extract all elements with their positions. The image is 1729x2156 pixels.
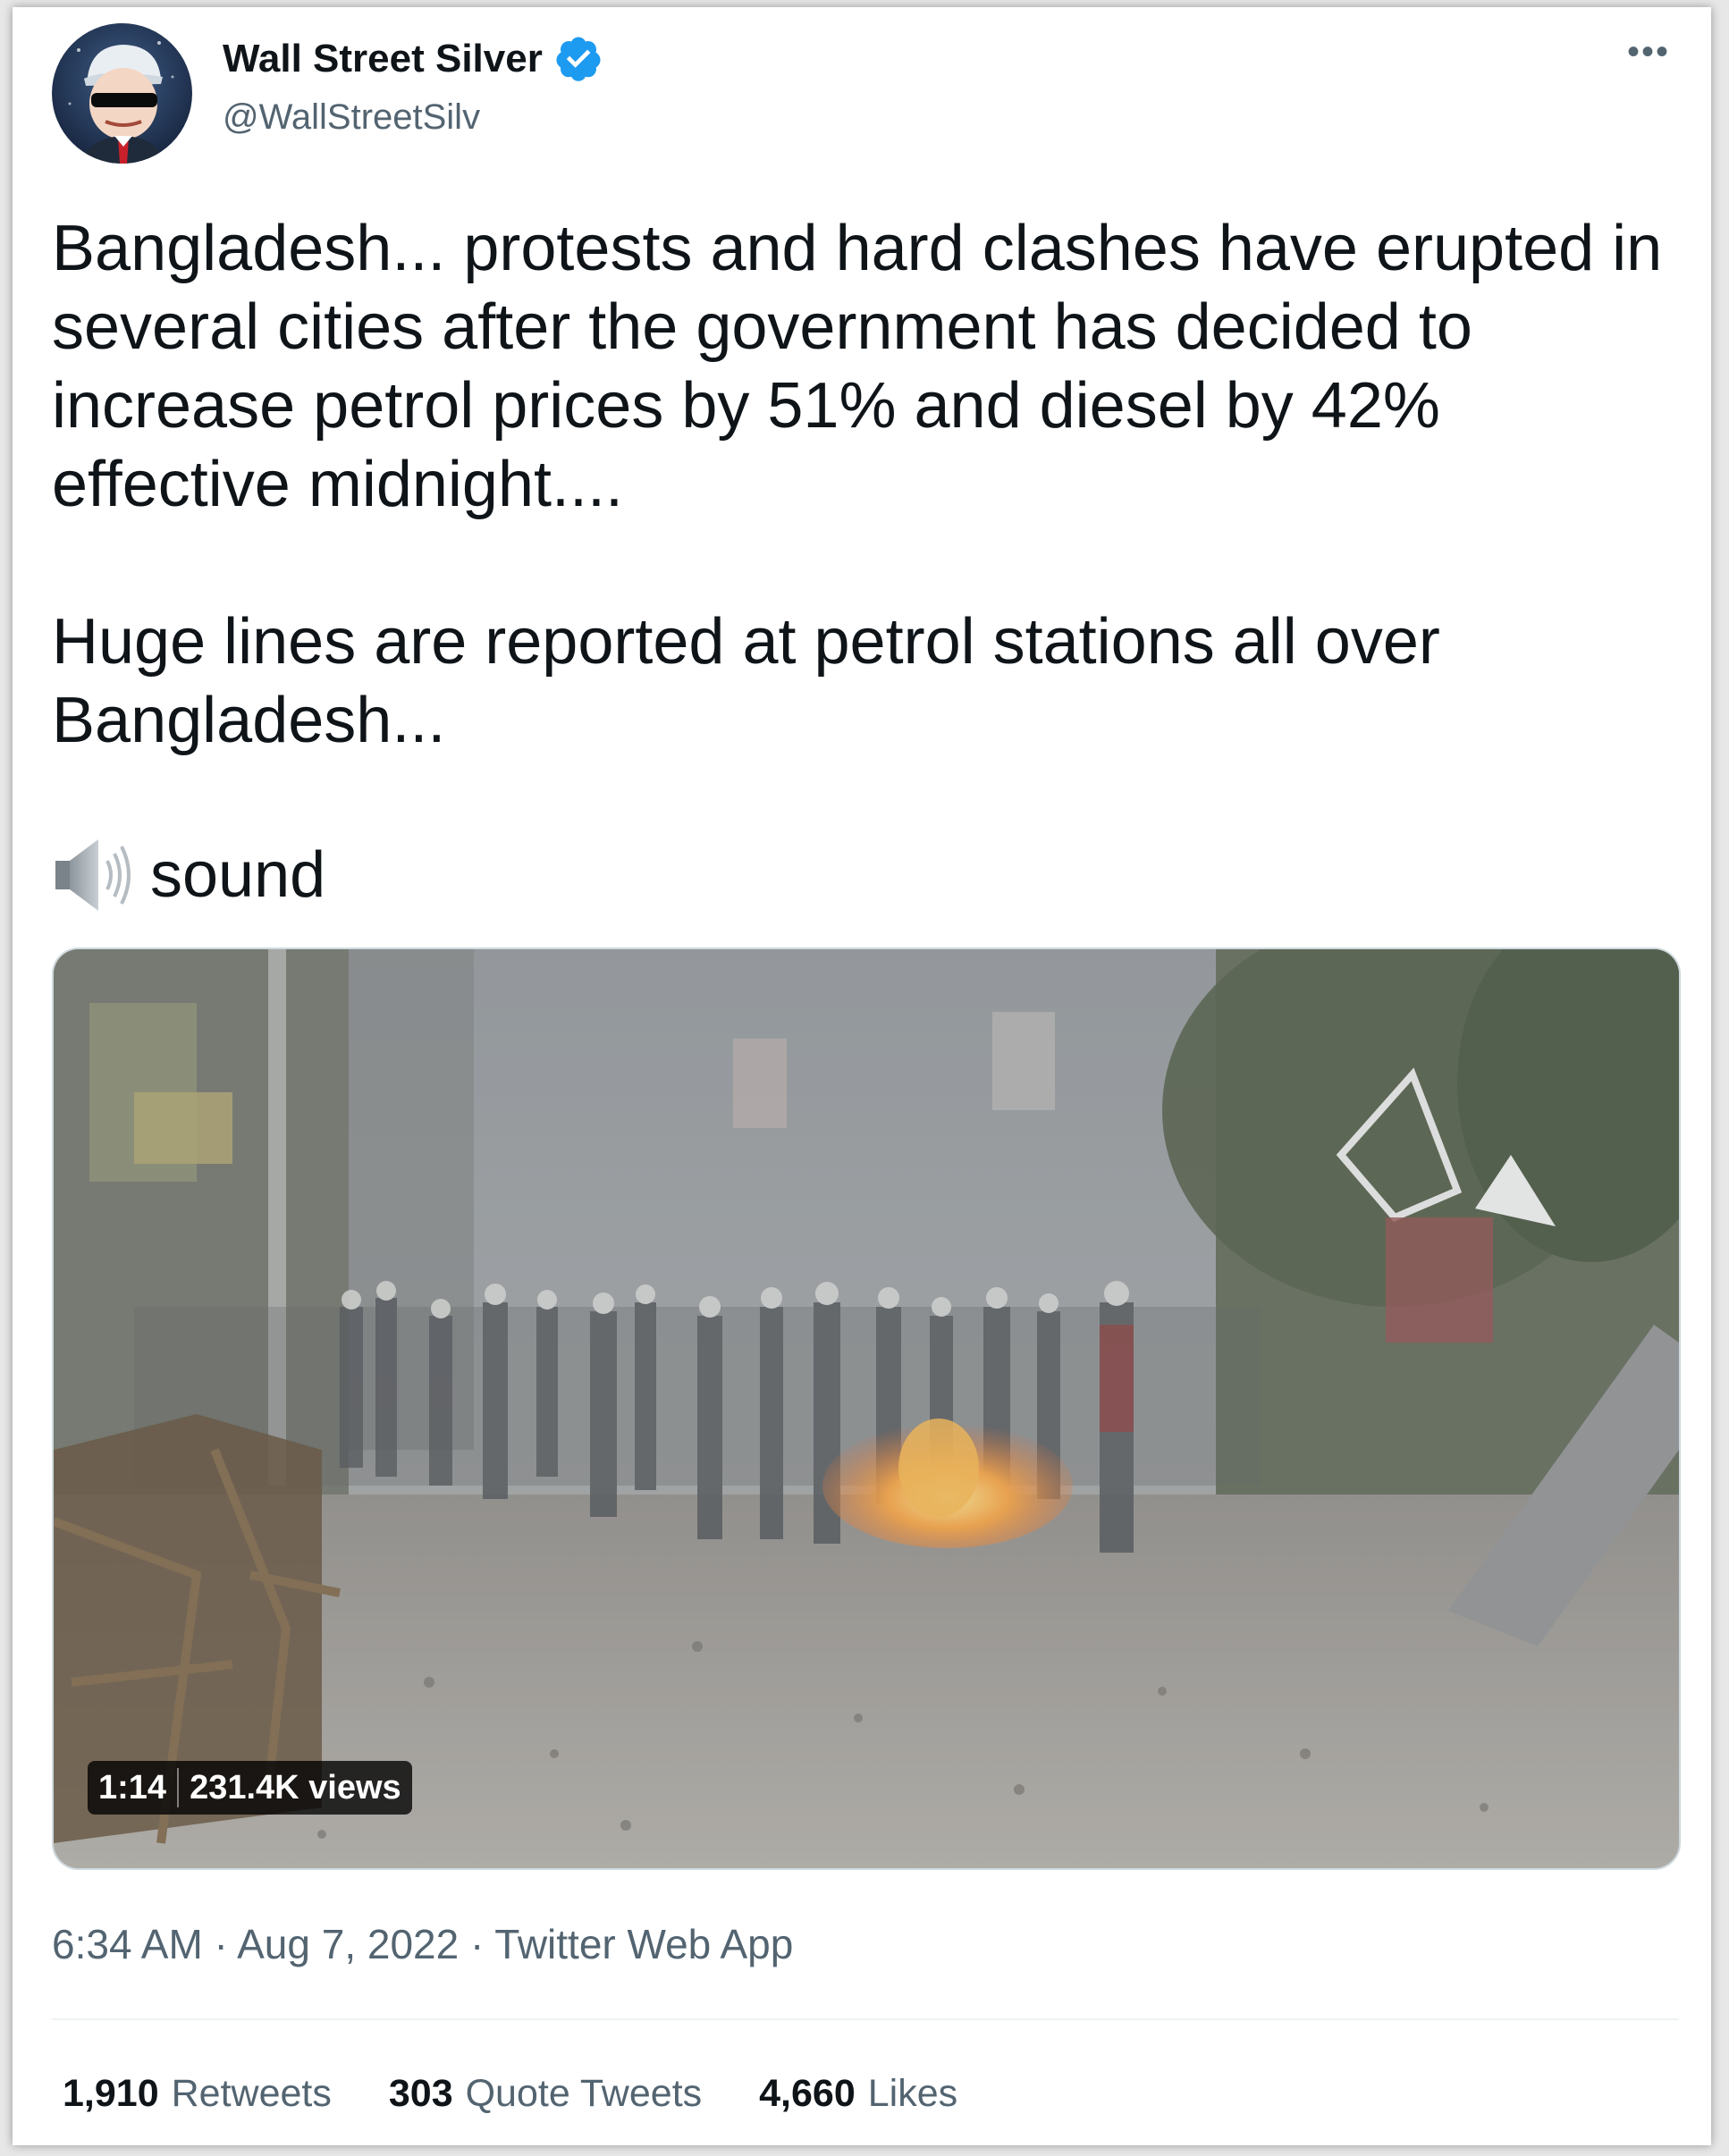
divider [52, 2018, 1679, 2020]
quote-tweets-stat[interactable]: 303 Quote Tweets [389, 2072, 702, 2116]
speaker-icon [55, 839, 131, 911]
tweet-card: Wall Street Silver @WallStreetSilv ••• B… [13, 7, 1711, 2145]
tweet-text-paragraph-1: Bangladesh... protests and hard clashes … [52, 213, 1663, 520]
sound-label: sound [150, 839, 326, 911]
retweets-label: Retweets [171, 2072, 332, 2115]
author-handle[interactable]: @WallStreetSilv [223, 97, 480, 138]
tweet-text: Bangladesh... protests and hard clashes … [52, 209, 1688, 760]
tweet-timestamp[interactable]: 6:34 AM · Aug 7, 2022 · Twitter Web App [52, 1920, 793, 1968]
retweets-count: 1,910 [63, 2072, 159, 2115]
quote-tweets-label: Quote Tweets [465, 2072, 703, 2115]
verified-badge-icon [556, 37, 601, 81]
author-name[interactable]: Wall Street Silver [223, 37, 543, 81]
quote-tweets-count: 303 [388, 2072, 453, 2115]
video-duration: 1:14 [98, 1768, 167, 1806]
likes-stat[interactable]: 4,660 Likes [759, 2072, 957, 2116]
video-thumbnail [54, 949, 1679, 1868]
avatar[interactable] [52, 23, 192, 164]
video-views: 231.4K views [190, 1768, 401, 1806]
sound-line: sound [52, 834, 325, 916]
retweets-stat[interactable]: 1,910 Retweets [63, 2072, 332, 2116]
video-badge: 1:14 231.4K views [88, 1761, 412, 1815]
avatar-image [68, 41, 174, 164]
author-name-row[interactable]: Wall Street Silver [223, 34, 603, 84]
video-player[interactable]: 1:14 231.4K views [52, 947, 1681, 1870]
tweet-text-paragraph-2: Huge lines are reported at petrol statio… [52, 606, 1440, 756]
likes-count: 4,660 [759, 2072, 856, 2115]
likes-label: Likes [867, 2072, 958, 2115]
engagement-stats: 1,910 Retweets 303 Quote Tweets 4,660 Li… [63, 2072, 957, 2116]
more-options-icon[interactable]: ••• [1627, 32, 1670, 72]
